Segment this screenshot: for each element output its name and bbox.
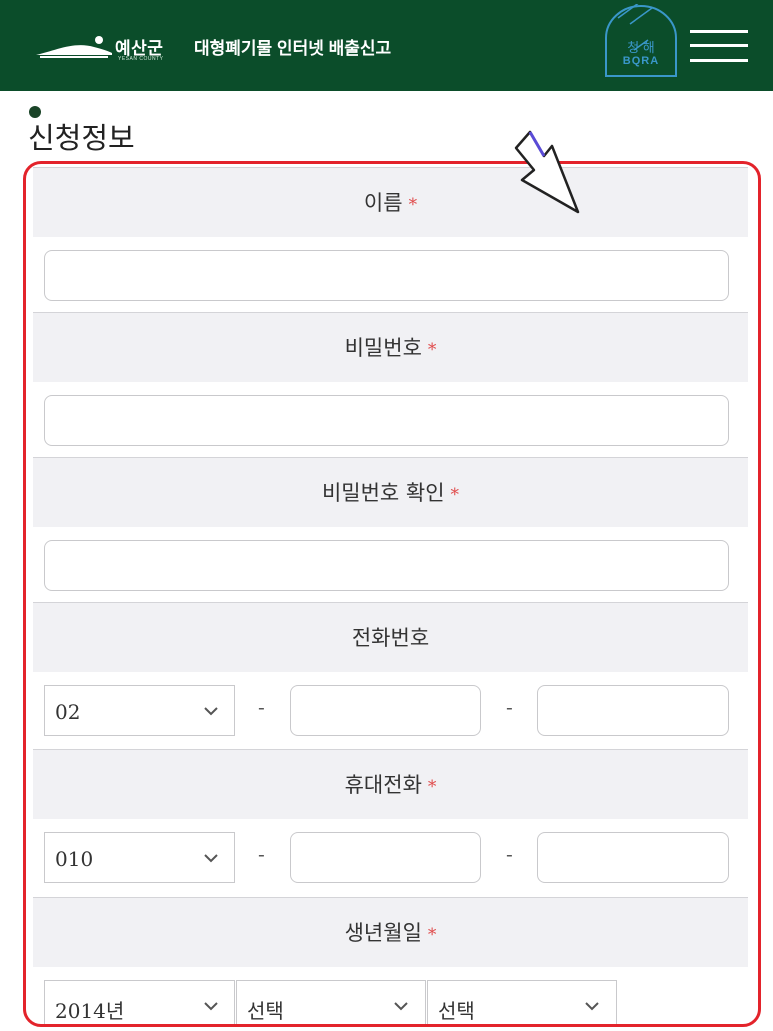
- chevron-down-icon: [585, 1002, 599, 1011]
- birth-month-select[interactable]: 선택: [236, 980, 426, 1024]
- mobile-prefix-select[interactable]: 010: [44, 832, 235, 883]
- birth-month-value: 선택: [247, 999, 284, 1023]
- required-mark: *: [450, 485, 460, 505]
- chevron-down-icon: [394, 1002, 408, 1011]
- mobile-prefix-value: 010: [55, 847, 94, 871]
- birth-label-row: 생년월일 *: [33, 897, 748, 967]
- password-input[interactable]: [44, 395, 729, 446]
- page-title: 신청정보: [28, 121, 135, 155]
- password-confirm-label: 비밀번호 확인: [321, 481, 445, 505]
- mobile-label-row: 휴대전화 *: [33, 749, 748, 819]
- required-mark: *: [408, 195, 418, 215]
- chevron-down-icon: [204, 707, 218, 716]
- mobile-middle-input[interactable]: [290, 832, 481, 883]
- password-label: 비밀번호: [344, 336, 422, 360]
- required-mark: *: [427, 777, 437, 797]
- chevron-down-icon: [204, 854, 218, 863]
- hamburger-menu-icon[interactable]: [690, 28, 748, 64]
- mobile-label: 휴대전화: [344, 773, 422, 797]
- birth-year-select[interactable]: 2014년: [44, 980, 235, 1024]
- required-mark: *: [427, 925, 437, 945]
- name-label-row: 이름 *: [33, 167, 748, 237]
- name-label: 이름: [363, 191, 403, 215]
- birth-year-value: 2014년: [55, 999, 125, 1023]
- phone-prefix-value: 02: [55, 700, 81, 724]
- bqra-badge: 청 해 BQRA: [604, 1, 678, 78]
- phone-prefix-select[interactable]: 02: [44, 685, 235, 736]
- password-confirm-label-row: 비밀번호 확인 *: [33, 457, 748, 527]
- badge-acronym: BQRA: [622, 55, 660, 67]
- mobile-last-input[interactable]: [537, 832, 729, 883]
- phone-middle-input[interactable]: [290, 685, 481, 736]
- badge-text: 청 해: [627, 40, 655, 55]
- yesan-logo-icon: [36, 36, 112, 58]
- brand-english: YESAN COUNTY: [118, 56, 164, 62]
- birth-label: 생년월일: [344, 921, 422, 945]
- required-mark: *: [427, 340, 437, 360]
- chevron-down-icon: [204, 1002, 218, 1011]
- service-title: 대형폐기물 인터넷 배출신고: [194, 39, 392, 58]
- separator-dash: -: [258, 695, 265, 719]
- birth-day-select[interactable]: 선택: [427, 980, 617, 1024]
- highlight-frame: 이름 * 비밀번호 * 비밀번호 확인 * 전화번호 02 - - 휴대전화 * 010…: [23, 161, 761, 1027]
- birth-day-value: 선택: [438, 999, 475, 1023]
- name-input[interactable]: [44, 250, 729, 301]
- pointer-arrow-icon: [514, 130, 580, 214]
- separator-dash: -: [506, 695, 513, 719]
- separator-dash: -: [258, 842, 265, 866]
- phone-label: 전화번호: [351, 626, 430, 650]
- password-confirm-input[interactable]: [44, 540, 729, 591]
- separator-dash: -: [506, 842, 513, 866]
- password-label-row: 비밀번호 *: [33, 312, 748, 382]
- app-header: 예산군 YESAN COUNTY 대형폐기물 인터넷 배출신고 청 해 BQRA: [0, 0, 773, 91]
- phone-label-row: 전화번호: [33, 602, 748, 672]
- phone-last-input[interactable]: [537, 685, 729, 736]
